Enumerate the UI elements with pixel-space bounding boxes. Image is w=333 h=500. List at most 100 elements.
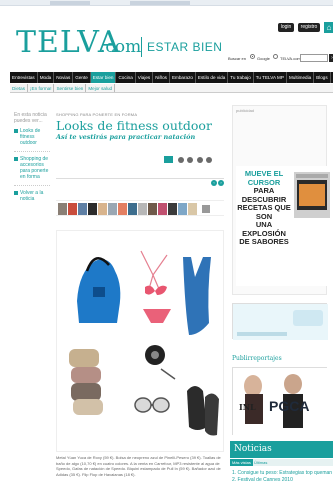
logo-divider	[141, 37, 142, 57]
nav-item-tu-trabajo[interactable]: Tu trabajo	[228, 72, 254, 83]
thumbnail[interactable]	[168, 203, 177, 215]
sidebar-link-looks[interactable]: Looks de fitness outdoor	[14, 128, 50, 146]
font-size-icon[interactable]	[196, 157, 203, 163]
subnav-item[interactable]: Dietas	[10, 84, 29, 92]
nav-item-entrevistas[interactable]: Entrevistas	[10, 72, 38, 83]
search-label: Buscar en	[228, 56, 247, 61]
ad-line: MUEVE EL CURSOR	[244, 169, 284, 187]
search-input[interactable]	[300, 54, 328, 62]
thumbnail[interactable]	[138, 203, 147, 215]
subnav-item[interactable]: Sentirse bien	[54, 84, 87, 92]
radio-google-label: Google	[257, 56, 270, 61]
nav-item-estilo-de-vida[interactable]: Estilo de vida	[196, 72, 229, 83]
nav-item-blogs[interactable]: Blogs	[314, 72, 331, 83]
thumbnail[interactable]	[178, 203, 187, 215]
ad-label: publicidad	[236, 108, 255, 113]
publireportajes-title: Publirreportajes	[232, 355, 282, 362]
nav-item-estar-bien[interactable]: Estar bien	[90, 72, 117, 83]
nav-item-gente[interactable]: Gente	[73, 72, 91, 83]
swimsuit-image	[183, 257, 211, 335]
thumbnail[interactable]	[108, 203, 117, 215]
ad-banner[interactable]: publicidad MUEVE EL CURSOR PARA DESCUBRI…	[232, 105, 330, 295]
mp3-cable	[160, 368, 176, 380]
secondary-ad[interactable]	[232, 303, 328, 340]
news-item[interactable]: 2. Festival de Cannes 2010	[232, 477, 333, 484]
thumbnail[interactable]	[158, 203, 167, 215]
pgca-logo: PGCA	[269, 398, 310, 414]
radio-google[interactable]	[250, 54, 255, 59]
flipflop-right	[205, 393, 219, 436]
article: SHOPPING PARA PONERTE EN FORMA Looks de …	[56, 112, 224, 477]
nav-item-tu-telva-mp[interactable]: Tu TELVA MP	[254, 72, 287, 83]
site-logo-com: .com	[100, 37, 142, 57]
subnav-item[interactable]: ¡En forma!	[28, 84, 55, 92]
sidebar-link-back[interactable]: Volver a la noticia	[14, 190, 50, 202]
browser-top-strip	[0, 0, 333, 6]
home-icon[interactable]: ⌂	[324, 22, 333, 33]
publireportajes-box[interactable]: INL PGCA	[232, 367, 328, 436]
thumbnail[interactable]	[78, 203, 87, 215]
thumbnail[interactable]	[68, 203, 77, 215]
nav-item-multimedia[interactable]: Multimedia	[287, 72, 315, 83]
article-tools	[176, 157, 213, 164]
strip-slot	[130, 1, 190, 5]
ad-line: DE SABORES	[239, 237, 289, 246]
nav-item-embarazo[interactable]: Embarazo	[170, 72, 196, 83]
thumbnail[interactable]	[118, 203, 127, 215]
nav-item-novias[interactable]: Novias	[54, 72, 74, 83]
ad-line: PARA DESCUBRIR	[241, 186, 287, 204]
prev-arrow-icon[interactable]: ‹	[211, 180, 217, 186]
sidebar-title: En esta noticia puedes ver...	[14, 112, 47, 124]
thumbnail[interactable]	[88, 203, 97, 215]
search-button[interactable]: ›	[329, 54, 333, 62]
goggles-right	[152, 397, 170, 413]
news-item[interactable]: 1. Consigue tu peso: Estrategias top que…	[232, 470, 333, 477]
ad-content: MUEVE EL CURSOR PARA DESCUBRIR RECETAS Q…	[236, 166, 330, 286]
inl-logo: INL	[239, 402, 256, 412]
product-photo	[56, 230, 224, 452]
thumbnail[interactable]	[188, 203, 197, 215]
gallery-view-icon[interactable]	[202, 205, 210, 213]
strip-slot	[50, 1, 90, 5]
tab-most-viewed[interactable]: Más vistas	[230, 459, 253, 466]
register-button[interactable]: registro	[298, 23, 320, 32]
sidebar-link-label: Shopping de accesorios para ponerte en f…	[20, 156, 49, 180]
divider	[14, 151, 50, 152]
subnav-item[interactable]: Mejor salud	[86, 84, 116, 92]
news-title: Noticias	[234, 444, 272, 454]
gallery-arrows: ‹ ›	[210, 180, 224, 186]
nav-item-cocina[interactable]: Cocina	[116, 72, 136, 83]
ad-line: RECETAS QUE SON	[237, 203, 291, 221]
towel-rose	[71, 367, 101, 383]
next-arrow-icon[interactable]: ›	[218, 180, 224, 186]
comment-icon[interactable]	[206, 157, 213, 163]
nav-item-niños[interactable]: Niños	[153, 72, 170, 83]
section-title[interactable]: ESTAR BIEN	[147, 41, 222, 53]
nav-item-viajes[interactable]: Viajes	[136, 72, 154, 83]
oven-image	[294, 172, 330, 218]
thumbnail[interactable]	[128, 203, 137, 215]
thumbnail-strip	[56, 200, 224, 216]
photo-icon	[14, 157, 18, 161]
sidebar-link-label: Volver a la noticia	[20, 190, 44, 202]
thumbnail[interactable]	[98, 203, 107, 215]
print-icon[interactable]	[178, 157, 184, 163]
nav-item-moda[interactable]: Moda	[38, 72, 55, 83]
ad-text: MUEVE EL CURSOR PARA DESCUBRIR RECETAS Q…	[236, 169, 292, 247]
photo-caption: Metal Yúan Yuca de Roxy (59 €). Bolsa de…	[56, 455, 221, 477]
main-nav: Entrevistas Moda Novias Gente Estar bien Coci…	[10, 72, 333, 83]
share-icon[interactable]	[164, 156, 173, 163]
divider	[14, 185, 50, 186]
email-icon[interactable]	[187, 157, 194, 163]
radio-site[interactable]	[273, 54, 278, 59]
radio-site-label: TELVA.com	[280, 56, 301, 61]
thumbnail[interactable]	[58, 203, 67, 215]
tab-latest[interactable]: Últimas	[254, 459, 267, 466]
search-row: Buscar en Google TELVA.com ›	[228, 54, 333, 64]
login-button[interactable]: login	[278, 23, 294, 32]
towel-beige	[69, 349, 99, 367]
ad-line: UNA EXPLOSIÓN	[242, 220, 286, 238]
thumbnail[interactable]	[148, 203, 157, 215]
bikini-top	[145, 285, 167, 295]
sidebar-link-shopping[interactable]: Shopping de accesorios para ponerte en f…	[14, 156, 50, 180]
